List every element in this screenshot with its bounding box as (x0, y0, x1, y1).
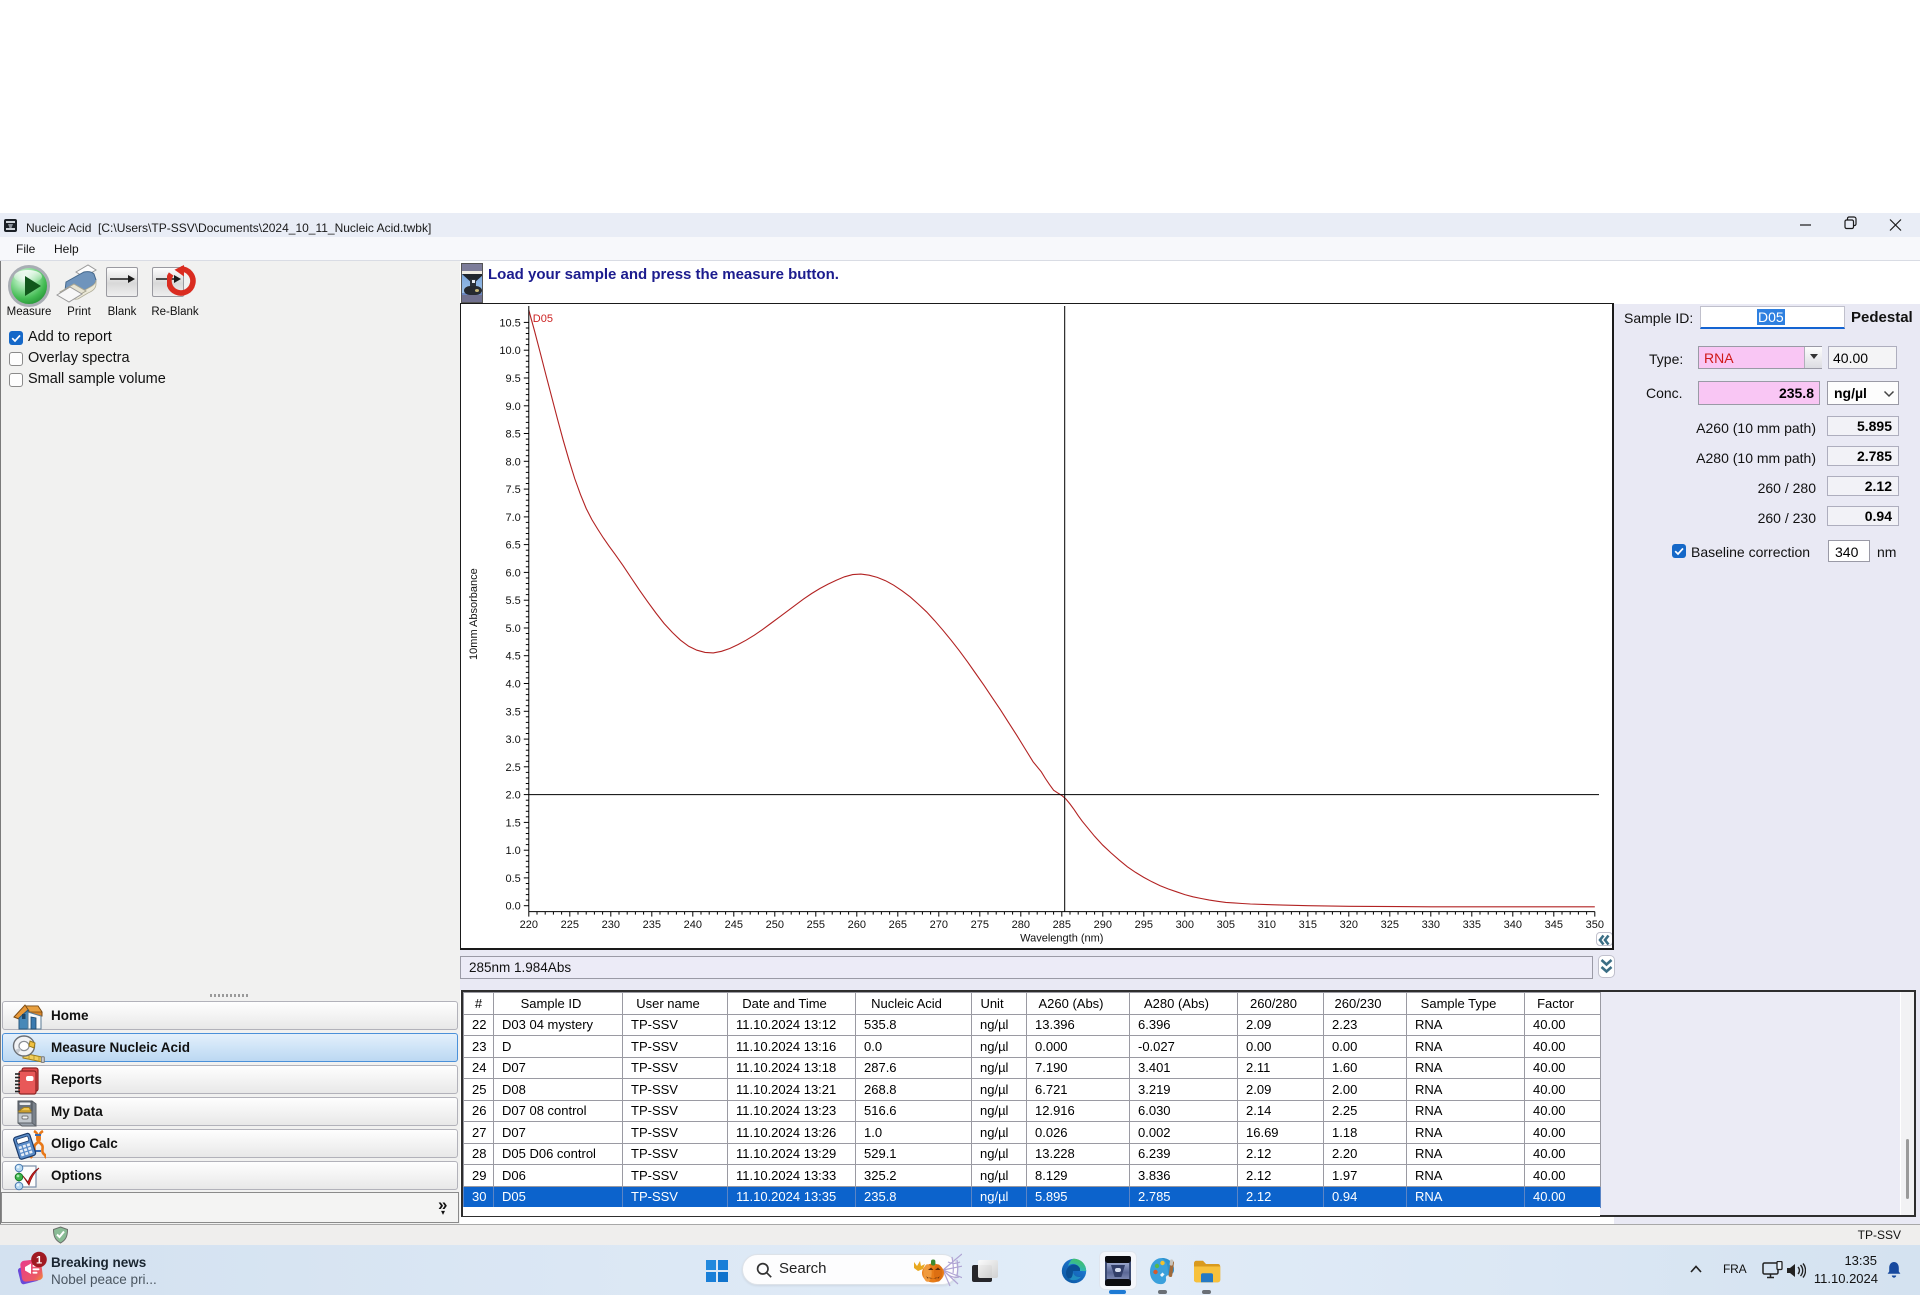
svg-text:8.5: 8.5 (506, 429, 521, 441)
svg-text:10.5: 10.5 (499, 317, 520, 329)
svg-text:Wavelength (nm): Wavelength (nm) (1020, 933, 1103, 945)
svg-text:285: 285 (1053, 919, 1071, 931)
svg-text:10mm Absorbance: 10mm Absorbance (468, 568, 480, 660)
svg-text:250: 250 (766, 919, 784, 931)
svg-text:0.0: 0.0 (506, 901, 521, 913)
svg-text:350: 350 (1586, 919, 1604, 931)
svg-text:6.5: 6.5 (506, 540, 521, 552)
svg-text:220: 220 (520, 919, 538, 931)
svg-text:1.0: 1.0 (506, 845, 521, 857)
svg-text:295: 295 (1135, 919, 1153, 931)
svg-text:255: 255 (807, 919, 825, 931)
svg-text:6.0: 6.0 (506, 567, 521, 579)
svg-text:240: 240 (684, 919, 702, 931)
svg-text:340: 340 (1504, 919, 1522, 931)
svg-text:3.0: 3.0 (506, 734, 521, 746)
svg-text:335: 335 (1463, 919, 1481, 931)
svg-text:290: 290 (1094, 919, 1112, 931)
svg-text:1: 1 (36, 1254, 42, 1266)
svg-text:4.5: 4.5 (506, 651, 521, 663)
svg-text:315: 315 (1299, 919, 1317, 931)
svg-text:5.5: 5.5 (506, 595, 521, 607)
svg-text:2.0: 2.0 (506, 790, 521, 802)
svg-text:320: 320 (1340, 919, 1358, 931)
svg-text:D05: D05 (533, 313, 553, 325)
svg-text:4.0: 4.0 (506, 679, 521, 691)
svg-text:7.0: 7.0 (506, 512, 521, 524)
svg-text:9.0: 9.0 (506, 401, 521, 413)
svg-text:305: 305 (1217, 919, 1235, 931)
svg-text:225: 225 (561, 919, 579, 931)
svg-text:230: 230 (602, 919, 620, 931)
svg-text:3.5: 3.5 (506, 706, 521, 718)
svg-text:1.5: 1.5 (506, 817, 521, 829)
svg-text:245: 245 (725, 919, 743, 931)
svg-text:310: 310 (1258, 919, 1276, 931)
svg-text:235: 235 (643, 919, 661, 931)
svg-text:2.5: 2.5 (506, 762, 521, 774)
svg-text:8.0: 8.0 (506, 456, 521, 468)
svg-text:325: 325 (1381, 919, 1399, 931)
svg-text:7.5: 7.5 (506, 484, 521, 496)
svg-text:300: 300 (1176, 919, 1194, 931)
svg-text:9.5: 9.5 (506, 373, 521, 385)
svg-text:5.0: 5.0 (506, 623, 521, 635)
svg-text:280: 280 (1012, 919, 1030, 931)
svg-text:0.5: 0.5 (506, 873, 521, 885)
svg-text:270: 270 (930, 919, 948, 931)
svg-text:345: 345 (1545, 919, 1563, 931)
svg-text:265: 265 (889, 919, 907, 931)
svg-text:10.0: 10.0 (499, 345, 520, 357)
svg-text:260: 260 (848, 919, 866, 931)
svg-text:275: 275 (971, 919, 989, 931)
svg-text:330: 330 (1422, 919, 1440, 931)
